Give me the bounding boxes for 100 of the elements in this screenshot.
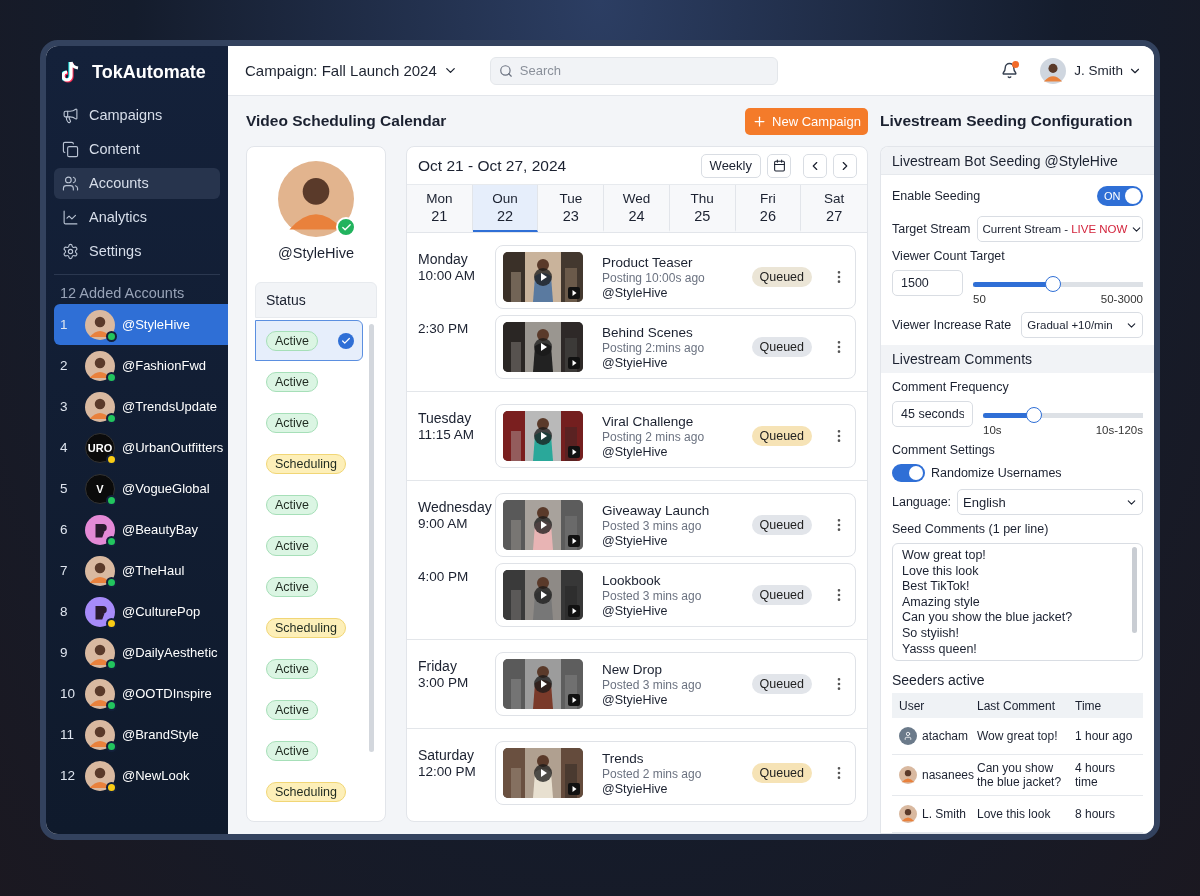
- status-row[interactable]: Active: [255, 361, 363, 402]
- date-range: Oct 21 - Oct 27, 2024: [418, 156, 567, 175]
- play-icon[interactable]: [534, 268, 552, 286]
- play-icon[interactable]: [534, 516, 552, 534]
- table-cell-text: Can you show the blue jacket?: [977, 761, 1063, 789]
- status-row[interactable]: Active: [255, 648, 363, 689]
- calendar-button[interactable]: [767, 153, 791, 178]
- play-badge-icon: [568, 605, 580, 617]
- account-item[interactable]: 2 @FashionFwd: [54, 345, 228, 386]
- number-field[interactable]: 45 seconds: [892, 401, 973, 427]
- account-item[interactable]: 1 @StyleHive: [54, 304, 228, 345]
- status-row[interactable]: Scheduling: [255, 771, 363, 812]
- bell-icon[interactable]: [1001, 62, 1019, 79]
- account-item[interactable]: 4 URO @UrbanOutfitters: [54, 427, 228, 468]
- search-field[interactable]: Search: [489, 56, 778, 85]
- account-handle: @DailyAesthetic: [122, 645, 218, 660]
- day-tab[interactable]: Mon 21: [407, 185, 473, 232]
- randomize-toggle[interactable]: [892, 464, 925, 482]
- video-title: Viral Challenge: [602, 413, 695, 429]
- day-tab[interactable]: Tue 23: [538, 185, 605, 232]
- video-card[interactable]: Giveaway Launch Posted 3 mins ago @StyieHive Queued: [495, 493, 856, 557]
- video-card[interactable]: Product Teaser Posting 10:00s ago @StyleHive Queued: [495, 245, 856, 309]
- account-item[interactable]: 9 @DailyAesthetic: [54, 632, 228, 673]
- slider-thumb[interactable]: [1026, 407, 1043, 423]
- status-row[interactable]: Active: [255, 484, 363, 525]
- video-card[interactable]: New Drop Posted 3 mins ago @StyieHive Queued: [495, 652, 856, 716]
- previous-button[interactable]: [803, 153, 827, 178]
- user-menu[interactable]: J. Smith: [1074, 63, 1142, 78]
- next-button[interactable]: [833, 153, 857, 178]
- account-item[interactable]: 7 @TheHaul: [54, 550, 228, 591]
- day-tab[interactable]: Wed 24: [604, 185, 670, 232]
- seeding-toggle[interactable]: ON: [1097, 186, 1143, 206]
- video-handle: @StyieHive: [602, 533, 669, 548]
- play-icon[interactable]: [534, 586, 552, 604]
- language-select[interactable]: English: [957, 489, 1143, 515]
- account-item[interactable]: 5 V @VogueGlobal: [54, 468, 228, 509]
- status-row[interactable]: Scheduling: [255, 607, 363, 648]
- play-icon[interactable]: [534, 764, 552, 782]
- table-cell: L. Smith: [922, 807, 966, 821]
- account-item[interactable]: 8 @CulturePop: [54, 591, 228, 632]
- account-number: 2: [60, 358, 69, 373]
- avatar: [85, 760, 115, 791]
- nav-item[interactable]: Accounts: [54, 167, 220, 199]
- account-item[interactable]: 11 @BrandStyle: [54, 714, 228, 755]
- table-cell: Wow great top!: [977, 729, 1058, 743]
- seed-comments-field[interactable]: Wow great top! Love this look Best TikTok! Amazing style Can you show the blue jacket? So styiish! Yasss queen!: [892, 543, 1143, 661]
- video-meta: Posted 3 mins ago: [602, 518, 703, 533]
- scrollbar[interactable]: [369, 324, 374, 752]
- view-select[interactable]: Weekly: [700, 153, 761, 178]
- nav-item[interactable]: Settings: [54, 235, 220, 267]
- account-item[interactable]: 10 @OOTDInspire: [54, 673, 228, 714]
- rate-select[interactable]: Gradual +10/min: [1021, 312, 1143, 338]
- video-card[interactable]: Viral Challenge Posting 2 mins ago @StyleHive Queued: [495, 404, 856, 468]
- nav-item[interactable]: Content: [54, 133, 220, 165]
- status-row[interactable]: Active: [255, 730, 363, 771]
- video-card[interactable]: Lookbook Posted 3 mins ago @StyieHive Queued: [495, 563, 856, 627]
- slider-thumb[interactable]: [1044, 276, 1061, 292]
- queue-badge: Queued: [751, 585, 812, 605]
- account-item[interactable]: 3 @TrendsUpdate: [54, 386, 228, 427]
- number-field[interactable]: 1500: [892, 270, 963, 296]
- account-item[interactable]: 12 @NewLook: [54, 755, 228, 796]
- status-row[interactable]: Active: [255, 525, 363, 566]
- queue-badge: Queued: [751, 763, 812, 783]
- play-icon[interactable]: [534, 427, 552, 445]
- status-pill: Scheduling: [266, 453, 346, 474]
- video-meta: Posting 2:mins ago: [602, 340, 706, 355]
- nav-item[interactable]: Analytics: [54, 201, 220, 233]
- play-icon[interactable]: [534, 338, 552, 356]
- section-heading: Livestream Comments: [881, 345, 1154, 373]
- status-row[interactable]: Active: [255, 689, 363, 730]
- day-tab[interactable]: Sat 27: [801, 185, 867, 232]
- day-tab[interactable]: Oun 22: [472, 185, 539, 232]
- check-icon: [338, 332, 354, 349]
- account-handle: @TheHaul: [122, 563, 185, 578]
- stream-select[interactable]: Current Stream - LIVE NOW: [976, 216, 1143, 242]
- play-badge-icon: [568, 694, 580, 706]
- play-icon[interactable]: [534, 675, 552, 693]
- nav-item[interactable]: Campaigns: [54, 99, 220, 131]
- video-card[interactable]: Trends Posted 2 mins ago @StyieHive Queued: [495, 741, 856, 805]
- avatar: [85, 719, 115, 750]
- status-row[interactable]: Active: [255, 402, 363, 443]
- avatar: [85, 391, 115, 422]
- status-row[interactable]: Active: [255, 566, 363, 607]
- copy-icon: [62, 140, 79, 158]
- account-item[interactable]: 6 @BeautyBay: [54, 509, 228, 550]
- account-number: 7: [60, 563, 69, 578]
- video-title: Lookbook: [602, 572, 662, 588]
- campaign-select[interactable]: Campaign: Fall Launch 2024: [245, 62, 458, 79]
- time-label: 12:00 PM: [418, 764, 477, 779]
- day-label: Tuesday: [418, 410, 473, 426]
- table-cell: atacham: [922, 729, 969, 743]
- status-pill: Active: [266, 412, 319, 433]
- day-tab[interactable]: Thu 25: [669, 185, 736, 232]
- user-icon: [899, 727, 917, 745]
- day-tab[interactable]: Fri 26: [735, 185, 802, 232]
- status-row[interactable]: Active: [255, 320, 363, 361]
- video-card[interactable]: Behind Scenes Posting 2:mins ago @StyieHive Queued: [495, 315, 856, 379]
- scrollbar[interactable]: [1132, 547, 1137, 633]
- status-row[interactable]: Scheduling: [255, 443, 363, 484]
- account-handle: @BrandStyle: [122, 727, 199, 742]
